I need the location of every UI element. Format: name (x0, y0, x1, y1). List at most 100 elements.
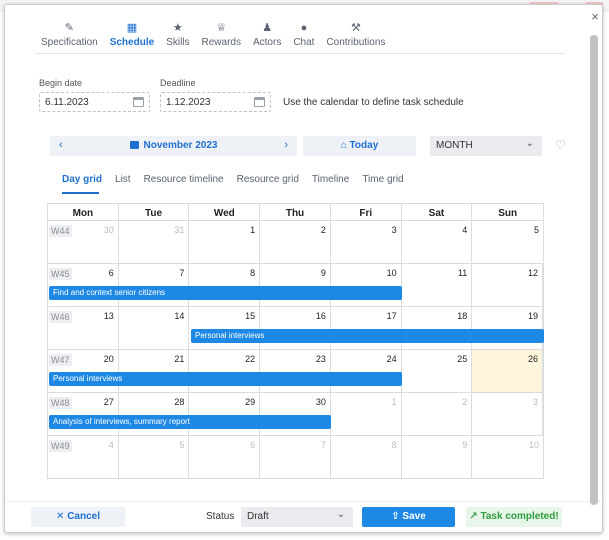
day-cell[interactable]: 1 (331, 393, 402, 435)
tab-contributions[interactable]: ⚒ Contributions (320, 21, 391, 51)
view-tab-list[interactable]: List (115, 174, 131, 185)
day-number: 21 (174, 354, 185, 364)
hammer-icon: ⚒ (350, 22, 361, 34)
day-cell[interactable]: 25 (402, 350, 473, 392)
day-number: 9 (462, 440, 468, 450)
view-tab-resource-timeline[interactable]: Resource timeline (144, 174, 224, 185)
day-cell[interactable]: 3 (472, 393, 544, 435)
view-tabs: Day grid List Resource timeline Resource gr… (62, 174, 417, 185)
status-select[interactable]: Draft ⌄ (241, 507, 353, 527)
day-cell[interactable]: W44 30 (48, 221, 119, 263)
calendar-icon[interactable] (133, 97, 144, 107)
chevron-down-icon: ⌄ (336, 509, 345, 520)
day-number: 3 (391, 225, 397, 235)
close-icon[interactable]: × (588, 10, 602, 24)
chevron-down-icon: ⌄ (525, 138, 534, 149)
day-cell[interactable]: 8 (331, 436, 402, 478)
deadline-input[interactable]: 1.12.2023 (160, 92, 271, 112)
day-number: 19 (528, 311, 539, 321)
event-bar[interactable]: Personal interviews (191, 329, 544, 343)
day-cell-today[interactable]: 26 (472, 350, 544, 392)
chevron-right-icon[interactable]: › (284, 139, 288, 151)
week-row: W49 4 5 6 7 8 9 10 (47, 436, 544, 479)
day-number: 30 (103, 225, 114, 235)
tab-label: Schedule (109, 37, 155, 48)
tab-rewards[interactable]: ♕ Rewards (196, 21, 247, 51)
tab-label: Skills (166, 37, 190, 48)
day-cell[interactable]: 14 (119, 307, 190, 349)
heart-icon[interactable]: ♡ (555, 138, 566, 152)
day-cell[interactable]: 31 (119, 221, 190, 263)
view-tab-time-grid[interactable]: Time grid (362, 174, 403, 185)
day-number: 12 (528, 268, 539, 278)
day-number: 4 (462, 225, 468, 235)
tab-schedule[interactable]: ▦ Schedule (104, 21, 160, 51)
day-number: 10 (386, 268, 397, 278)
task-completed-button[interactable]: ↗ Task completed! (466, 507, 562, 527)
weekday-header-cell: Wed (189, 204, 261, 220)
calendar-icon: ▦ (126, 22, 138, 34)
day-cell[interactable]: 10 (472, 436, 543, 478)
tab-skills[interactable]: ★ Skills (160, 21, 195, 51)
day-cell[interactable]: 5 (119, 436, 190, 478)
day-cell[interactable]: 11 (402, 264, 473, 306)
day-cell[interactable]: W49 4 (48, 436, 119, 478)
day-cell[interactable]: W46 13 (48, 307, 119, 349)
day-cell[interactable]: 6 (189, 436, 261, 478)
tab-chat[interactable]: ● Chat (287, 21, 320, 51)
tab-label: Contributions (326, 37, 386, 48)
day-number: 26 (528, 354, 539, 364)
save-label: Save (402, 511, 426, 522)
day-number: 8 (391, 440, 397, 450)
pencil-icon: ✎ (64, 22, 74, 34)
day-number: 7 (320, 440, 326, 450)
day-cell[interactable]: 4 (402, 221, 473, 263)
day-number: 27 (103, 397, 114, 407)
save-button[interactable]: ⇪ Save (362, 507, 455, 527)
week-number: W45 (49, 268, 72, 280)
day-cell[interactable]: 1 (189, 221, 261, 263)
tab-label: Actors (252, 37, 282, 48)
day-number: 23 (315, 354, 326, 364)
day-cell[interactable]: 3 (331, 221, 402, 263)
tab-specification[interactable]: ✎ Specification (35, 21, 104, 51)
calendar-icon[interactable] (254, 97, 265, 107)
day-number: 11 (457, 268, 468, 278)
day-cell[interactable]: 5 (472, 221, 543, 263)
day-cell[interactable]: 2 (402, 393, 473, 435)
view-tab-resource-grid[interactable]: Resource grid (237, 174, 299, 185)
day-cell[interactable]: 2 (260, 221, 331, 263)
day-number: 1 (250, 225, 256, 235)
schedule-hint: Use the calendar to define task schedule (283, 97, 464, 108)
cancel-button[interactable]: ✕ Cancel (31, 507, 125, 527)
tab-label: Specification (41, 37, 98, 48)
today-button[interactable]: ⌂ Today (303, 136, 416, 156)
day-number: 20 (103, 354, 114, 364)
footer-divider (5, 501, 602, 502)
view-tab-timeline[interactable]: Timeline (312, 174, 349, 185)
day-cell[interactable]: 7 (260, 436, 331, 478)
event-bar[interactable]: Personal interviews (49, 372, 402, 386)
event-bar[interactable]: Find and context senior citizens (49, 286, 402, 300)
weekday-header: Mon Tue Wed Thu Fri Sat Sun (47, 203, 544, 221)
day-number: 17 (386, 311, 397, 321)
status-value: Draft (247, 511, 269, 522)
day-number: 2 (462, 397, 468, 407)
tab-actors[interactable]: ♟ Actors (247, 21, 287, 51)
day-number: 9 (320, 268, 326, 278)
day-cell[interactable]: 9 (402, 436, 473, 478)
day-number: 15 (245, 311, 256, 321)
current-month[interactable]: November 2023 (50, 140, 297, 151)
begin-date-input[interactable]: 6.11.2023 (39, 92, 150, 112)
day-number: 5 (179, 440, 185, 450)
day-number: 6 (108, 268, 114, 278)
scrollbar[interactable] (590, 35, 598, 505)
weekday-header-cell: Sun (498, 208, 518, 219)
view-tab-day-grid[interactable]: Day grid (62, 174, 102, 185)
event-bar[interactable]: Analysis of interviews, summary report (49, 415, 331, 429)
scrollbar-thumb[interactable] (590, 35, 598, 505)
week-row: W47 20 21 22 23 24 25 26 Personal interviews (47, 350, 544, 393)
view-select[interactable]: MONTH ⌄ (430, 136, 542, 156)
day-cell[interactable]: 12 (472, 264, 544, 306)
day-number: 16 (315, 311, 326, 321)
